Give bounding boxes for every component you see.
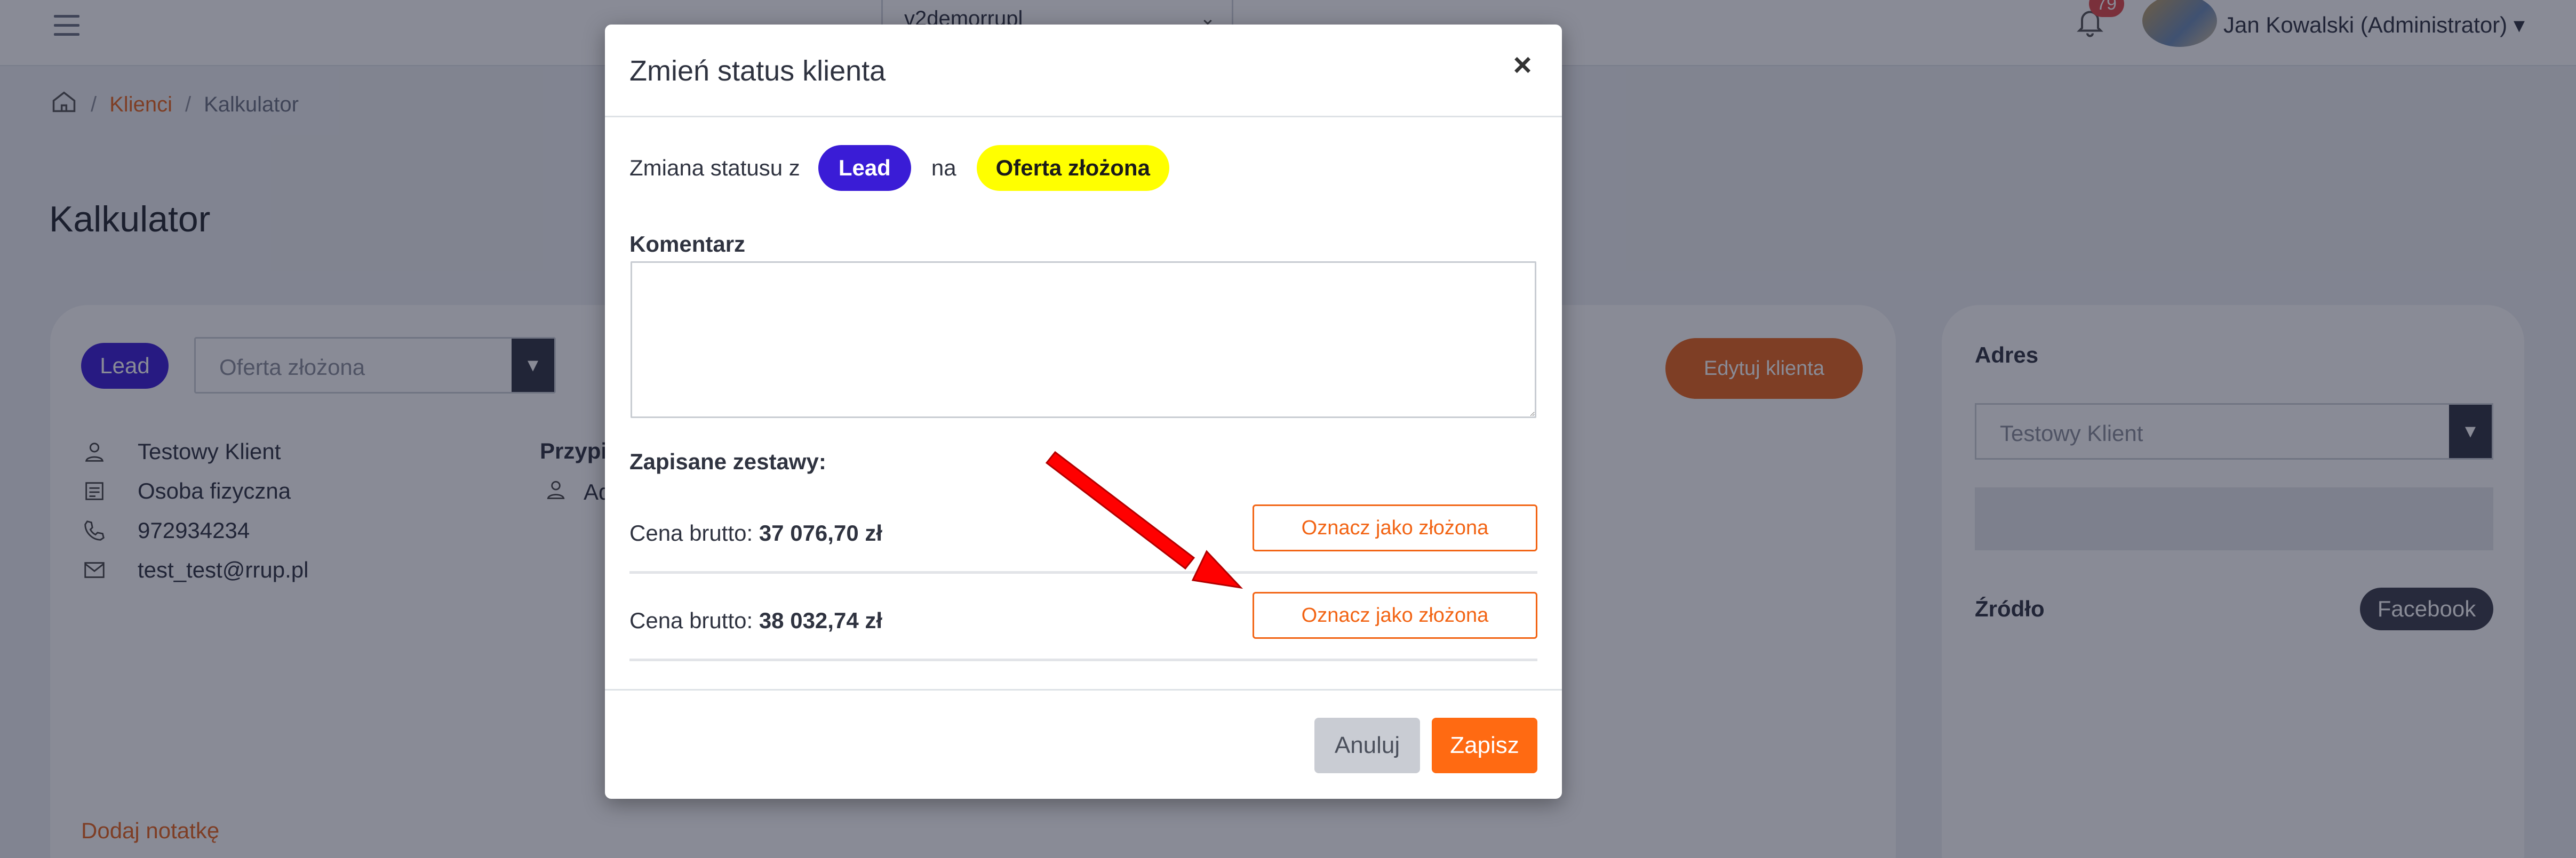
status-change-prefix: Zmiana statusu z (629, 155, 800, 180)
saved-set-row: Cena brutto: 37 076,70 zł Oznacz jako zł… (629, 494, 1537, 574)
saved-set-row: Cena brutto: 38 032,74 zł Oznacz jako zł… (629, 581, 1537, 661)
to-status-badge: Oferta złożona (976, 145, 1169, 191)
saved-sets-label: Zapisane zestawy: (629, 449, 826, 474)
set-price-label: Cena brutto: (629, 520, 753, 546)
set-price-value: 37 076,70 zł (759, 520, 883, 546)
set-price-value: 38 032,74 zł (759, 608, 883, 633)
from-status-badge: Lead (818, 145, 911, 191)
change-status-modal: Zmień status klienta × Zmiana statusu z … (605, 25, 1562, 799)
save-button[interactable]: Zapisz (1432, 718, 1537, 773)
status-change-to-word: na (931, 155, 956, 180)
set-price: Cena brutto: 38 032,74 zł (629, 608, 882, 634)
mark-as-submitted-button[interactable]: Oznacz jako złożona (1253, 504, 1537, 551)
modal-header: Zmień status klienta × (605, 25, 1562, 117)
comment-textarea[interactable] (631, 261, 1536, 418)
modal-title: Zmień status klienta (629, 55, 886, 87)
set-price: Cena brutto: 37 076,70 zł (629, 520, 882, 546)
mark-as-submitted-button[interactable]: Oznacz jako złożona (1253, 592, 1537, 639)
cancel-button[interactable]: Anuluj (1314, 718, 1420, 773)
close-icon[interactable]: × (1506, 49, 1538, 81)
comment-label: Komentarz (629, 231, 746, 256)
set-price-label: Cena brutto: (629, 608, 753, 633)
status-change-row: Zmiana statusu z Lead na Oferta złożona (629, 145, 1169, 191)
